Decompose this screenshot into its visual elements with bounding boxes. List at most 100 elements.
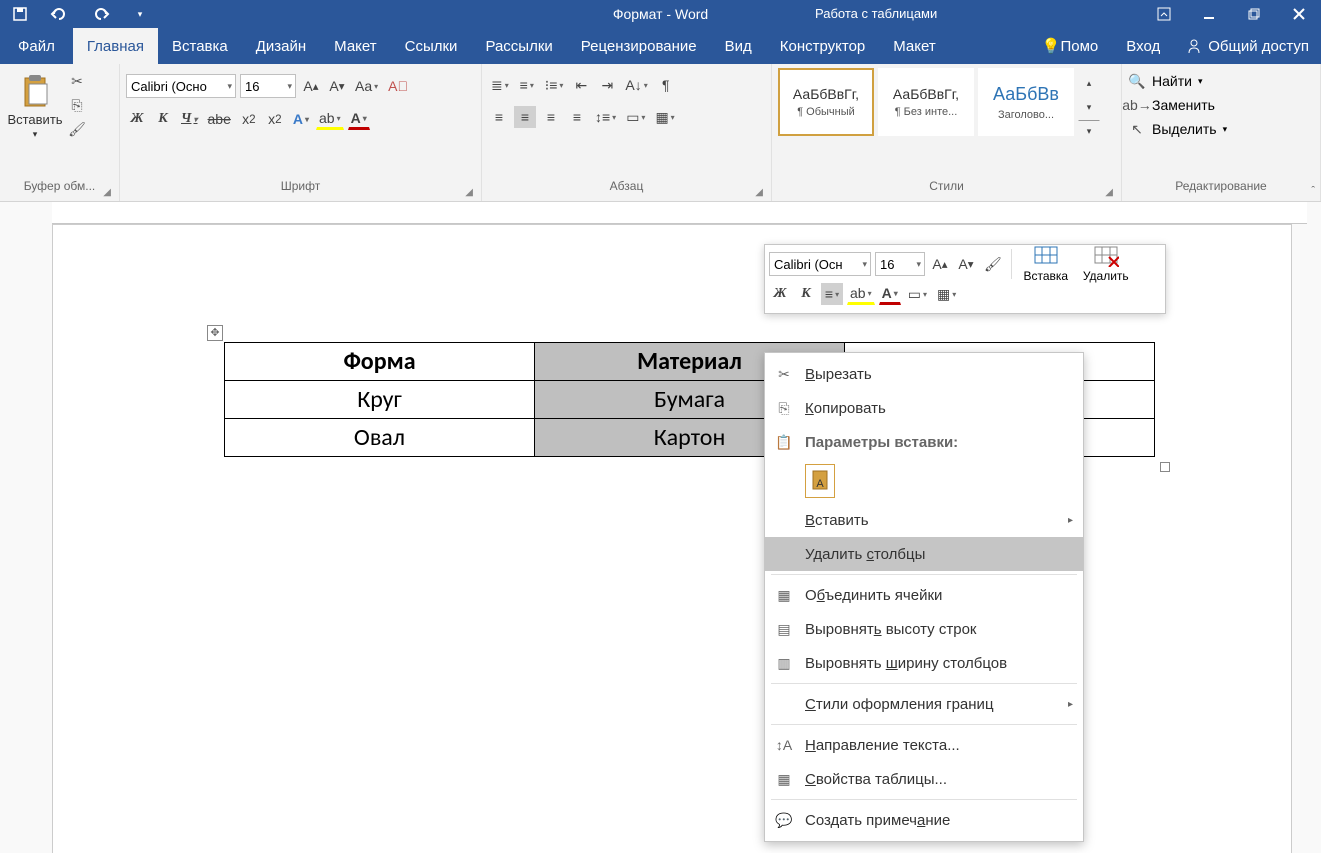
- font-name-combo[interactable]: Calibri (Осно: [126, 74, 236, 98]
- tab-home[interactable]: Главная: [73, 28, 158, 64]
- underline-button[interactable]: Ч: [178, 108, 201, 130]
- select-button[interactable]: ↖Выделить ▾: [1128, 120, 1227, 138]
- highlight-icon[interactable]: ab: [316, 108, 344, 130]
- ctx-copy[interactable]: ⎘Копировать: [765, 391, 1083, 425]
- multilevel-icon[interactable]: ⁝≡: [542, 74, 567, 96]
- table-resize-handle[interactable]: [1160, 462, 1170, 472]
- tab-review[interactable]: Рецензирование: [567, 28, 711, 64]
- mini-grow-font-icon[interactable]: A▴: [929, 253, 951, 275]
- mini-font-color-icon[interactable]: A: [879, 283, 901, 305]
- style-nospacing[interactable]: АаБбВвГг, ¶ Без инте...: [878, 68, 974, 136]
- table-cell[interactable]: Круг: [225, 381, 535, 419]
- mini-align-icon[interactable]: ≡: [821, 283, 843, 305]
- mini-delete-button[interactable]: Удалить: [1078, 245, 1134, 283]
- ctx-border-styles[interactable]: Стили оформления границ▸: [765, 687, 1083, 721]
- bullets-icon[interactable]: ≣: [488, 74, 512, 96]
- styles-gallery[interactable]: АаБбВвГг, ¶ Обычный АаБбВвГг, ¶ Без инте…: [778, 68, 1074, 136]
- show-marks-icon[interactable]: ¶: [655, 74, 677, 96]
- shading-icon[interactable]: ▭: [623, 106, 648, 128]
- font-size-combo[interactable]: 16: [240, 74, 296, 98]
- mini-highlight-icon[interactable]: ab: [847, 283, 875, 305]
- close-button[interactable]: [1276, 0, 1321, 28]
- tab-references[interactable]: Ссылки: [391, 28, 472, 64]
- find-button[interactable]: 🔍Найти ▾: [1128, 72, 1227, 90]
- ctx-distribute-rows[interactable]: ▤Выровнять высоту строк: [765, 612, 1083, 646]
- strikethrough-icon[interactable]: abe: [205, 108, 234, 130]
- ctx-table-properties[interactable]: ▦Свойства таблицы...: [765, 762, 1083, 796]
- mini-shading-icon[interactable]: ▭: [905, 283, 930, 305]
- qat-customize-icon[interactable]: ▾: [120, 0, 160, 28]
- signin[interactable]: Вход: [1112, 28, 1174, 64]
- tab-insert[interactable]: Вставка: [158, 28, 242, 64]
- tab-mailings[interactable]: Рассылки: [471, 28, 566, 64]
- mini-font-combo[interactable]: Calibri (Осн: [769, 252, 871, 276]
- ctx-delete-columns[interactable]: Удалить столбцы: [765, 537, 1083, 571]
- table-move-handle[interactable]: ✥: [207, 325, 223, 341]
- save-icon[interactable]: [0, 0, 40, 28]
- mini-insert-button[interactable]: Вставка: [1018, 245, 1074, 283]
- shrink-font-icon[interactable]: A▾: [326, 75, 348, 97]
- justify-icon[interactable]: ≡: [566, 106, 588, 128]
- mini-format-painter-icon[interactable]: 🖌: [981, 253, 1005, 275]
- tab-table-design[interactable]: Конструктор: [766, 28, 880, 64]
- increase-indent-icon[interactable]: ⇥: [596, 74, 618, 96]
- style-heading[interactable]: АаБбВв Заголово...: [978, 68, 1074, 136]
- launcher-icon[interactable]: ◢: [1105, 187, 1113, 198]
- mini-bold-button[interactable]: Ж: [769, 283, 791, 305]
- cut-icon[interactable]: ✂: [68, 72, 86, 90]
- styles-scroll-down-icon[interactable]: ▾: [1078, 96, 1100, 118]
- sort-icon[interactable]: A↓: [622, 74, 650, 96]
- mini-borders-icon[interactable]: ▦: [934, 283, 959, 305]
- tab-design[interactable]: Дизайн: [242, 28, 320, 64]
- tab-file[interactable]: Файл: [0, 28, 73, 64]
- bold-button[interactable]: Ж: [126, 108, 148, 130]
- table-cell[interactable]: Форма: [225, 343, 535, 381]
- tab-table-layout[interactable]: Макет: [879, 28, 949, 64]
- superscript-icon[interactable]: x2: [264, 108, 286, 130]
- launcher-icon[interactable]: ◢: [755, 187, 763, 198]
- restore-button[interactable]: [1231, 0, 1276, 28]
- ctx-distribute-cols[interactable]: ▥Выровнять ширину столбцов: [765, 646, 1083, 680]
- ctx-insert[interactable]: Вставить▸: [765, 503, 1083, 537]
- tell-me[interactable]: 💡 Помо: [1028, 28, 1112, 64]
- tab-layout[interactable]: Макет: [320, 28, 390, 64]
- numbering-icon[interactable]: ≡: [516, 74, 538, 96]
- line-spacing-icon[interactable]: ↕≡: [592, 106, 619, 128]
- tab-view[interactable]: Вид: [711, 28, 766, 64]
- paste-keep-text-icon[interactable]: A: [805, 464, 835, 498]
- font-color-icon[interactable]: A: [348, 108, 370, 130]
- replace-button[interactable]: ab→Заменить: [1128, 96, 1227, 114]
- subscript-icon[interactable]: x2: [238, 108, 260, 130]
- format-painter-icon[interactable]: 🖌: [68, 120, 86, 138]
- minimize-button[interactable]: [1186, 0, 1231, 28]
- mini-italic-button[interactable]: К: [795, 283, 817, 305]
- paste-button[interactable]: Вставить ▾: [6, 68, 64, 140]
- mini-size-combo[interactable]: 16: [875, 252, 925, 276]
- change-case-icon[interactable]: Aa: [352, 75, 381, 97]
- redo-button[interactable]: [80, 0, 120, 28]
- ctx-cut[interactable]: ✂Вырезать: [765, 357, 1083, 391]
- align-left-icon[interactable]: ≡: [488, 106, 510, 128]
- share-button[interactable]: Общий доступ: [1174, 28, 1321, 64]
- styles-expand-icon[interactable]: ▾: [1078, 120, 1100, 142]
- ctx-new-comment[interactable]: 💬Создать примечание: [765, 803, 1083, 837]
- italic-button[interactable]: К: [152, 108, 174, 130]
- ribbon-options-icon[interactable]: [1141, 0, 1186, 28]
- align-right-icon[interactable]: ≡: [540, 106, 562, 128]
- ctx-merge-cells[interactable]: ▦Объединить ячейки: [765, 578, 1083, 612]
- launcher-icon[interactable]: ◢: [103, 187, 111, 198]
- clear-format-icon[interactable]: A⃠: [385, 75, 411, 97]
- launcher-icon[interactable]: ◢: [465, 187, 473, 198]
- mini-shrink-font-icon[interactable]: A▾: [955, 253, 977, 275]
- table-cell[interactable]: Овал: [225, 419, 535, 457]
- copy-icon[interactable]: ⎘: [68, 96, 86, 114]
- ruler[interactable]: [52, 202, 1307, 224]
- styles-scroll-up-icon[interactable]: ▴: [1078, 72, 1100, 94]
- ctx-text-direction[interactable]: ↕AНаправление текста...: [765, 728, 1083, 762]
- collapse-ribbon-icon[interactable]: ˆ: [1311, 185, 1315, 197]
- align-center-icon[interactable]: ≡: [514, 106, 536, 128]
- text-effects-icon[interactable]: A: [290, 108, 312, 130]
- grow-font-icon[interactable]: A▴: [300, 75, 322, 97]
- decrease-indent-icon[interactable]: ⇤: [570, 74, 592, 96]
- undo-button[interactable]: [40, 0, 80, 28]
